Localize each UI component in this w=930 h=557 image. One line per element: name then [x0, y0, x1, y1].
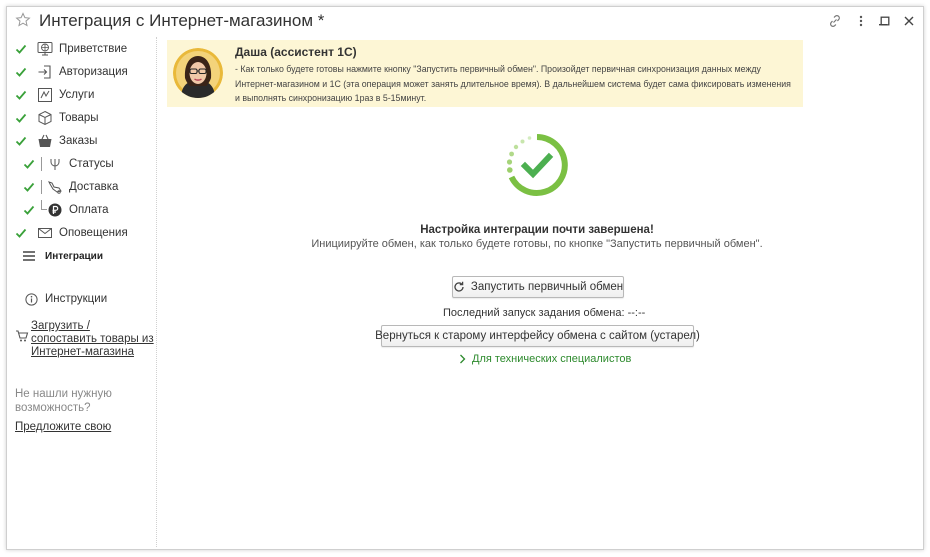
sidebar-item-label: Приветствие	[59, 43, 128, 55]
title-bar: Интеграция с Интернет-магазином *	[7, 7, 923, 37]
assistant-name: Даша (ассистент 1С)	[235, 45, 357, 59]
envelope-icon	[37, 225, 53, 241]
last-run-text: Последний запуск задания обмена: --:--	[443, 307, 646, 319]
menu-icon	[21, 248, 37, 264]
info-icon	[23, 291, 39, 307]
sidebar-item-statuses[interactable]: Статусы	[47, 155, 114, 173]
chevron-right-icon	[459, 354, 466, 364]
box-icon	[37, 110, 53, 126]
instructions-label: Инструкции	[45, 293, 108, 305]
start-exchange-button[interactable]: Запустить первичный обмен	[452, 276, 624, 298]
assistant-banner: Даша (ассистент 1С) - Как только будете …	[167, 40, 803, 107]
assistant-message: - Как только будете готовы нажмите кнопк…	[235, 64, 791, 103]
sidebar-item-delivery[interactable]: Доставка	[47, 178, 118, 196]
close-icon[interactable]	[901, 13, 917, 29]
sidebar-item-orders[interactable]: Заказы	[37, 132, 97, 150]
check-icon	[23, 205, 35, 215]
status-title: Настройка интеграции почти завершена!	[420, 224, 654, 236]
sidebar-item-authorization[interactable]: Авторизация	[37, 63, 128, 81]
favorite-star-icon[interactable]	[15, 12, 31, 28]
old-interface-button[interactable]: Вернуться к старому интерфейсу обмена с …	[375, 325, 700, 347]
window-title: Интеграция с Интернет-магазином *	[39, 11, 325, 30]
link-icon[interactable]	[827, 13, 843, 29]
sidebar-item-label: Оплата	[69, 204, 109, 216]
sidebar-item-services[interactable]: Услуги	[37, 86, 94, 104]
not-found-text-line1: Не нашли нужную	[15, 388, 112, 400]
old-interface-label: Вернуться к старому интерфейсу обмена с …	[375, 330, 700, 342]
maximize-icon[interactable]	[877, 13, 893, 29]
check-icon	[23, 159, 35, 169]
sidebar-item-label: Услуги	[59, 89, 95, 101]
sidebar-item-integrations[interactable]: Интеграции	[21, 247, 103, 265]
check-icon	[15, 228, 27, 238]
fork-icon	[47, 156, 63, 172]
sidebar-item-notifications[interactable]: Оповещения	[37, 224, 128, 242]
tech-specialists-label: Для технических специалистов	[472, 353, 632, 365]
assistant-avatar	[173, 48, 223, 98]
sidebar: Приветствие Авторизация Услуги Товары За…	[7, 37, 157, 547]
more-options-icon[interactable]	[853, 13, 869, 29]
status-subtitle: Инициируйте обмен, как только будете гот…	[311, 238, 763, 250]
sidebar-item-goods[interactable]: Товары	[37, 109, 99, 127]
load-goods-link-line3[interactable]: Интернет-магазина	[31, 346, 134, 359]
check-icon	[15, 67, 27, 77]
sidebar-item-label: Товары	[59, 112, 99, 124]
login-icon	[37, 64, 53, 80]
sidebar-item-welcome[interactable]: Приветствие	[37, 40, 127, 58]
tech-specialists-link[interactable]: Для технических специалистов	[459, 353, 631, 365]
not-found-text-line2: возможность?	[15, 402, 91, 414]
sidebar-item-label: Заказы	[59, 135, 98, 147]
start-exchange-label: Запустить первичный обмен	[470, 281, 624, 293]
check-icon	[15, 44, 27, 54]
check-icon	[23, 182, 35, 192]
suggest-link[interactable]: Предложите свою	[15, 421, 111, 434]
check-icon	[15, 113, 27, 123]
delivery-icon	[47, 179, 63, 195]
check-icon	[15, 136, 27, 146]
cart-icon	[15, 329, 29, 343]
success-progress-icon	[506, 134, 568, 196]
sidebar-item-payment[interactable]: Оплата	[47, 201, 109, 219]
sidebar-item-label: Оповещения	[59, 227, 128, 239]
ruble-icon	[47, 202, 63, 218]
check-icon	[15, 90, 27, 100]
sidebar-item-label: Интеграции	[45, 250, 103, 262]
load-goods-link-line2[interactable]: сопоставить товары из	[31, 333, 154, 346]
sidebar-item-label: Авторизация	[59, 66, 128, 78]
services-icon	[37, 87, 53, 103]
basket-icon	[37, 133, 53, 149]
sidebar-item-label: Доставка	[69, 181, 119, 193]
load-goods-link-line1[interactable]: Загрузить /	[31, 320, 90, 333]
sidebar-item-label: Статусы	[69, 158, 114, 170]
instructions-link[interactable]: Инструкции	[23, 290, 107, 308]
integration-window: Интеграция с Интернет-магазином * Привет…	[6, 6, 924, 550]
globe-monitor-icon	[37, 41, 53, 57]
refresh-icon	[453, 281, 465, 293]
